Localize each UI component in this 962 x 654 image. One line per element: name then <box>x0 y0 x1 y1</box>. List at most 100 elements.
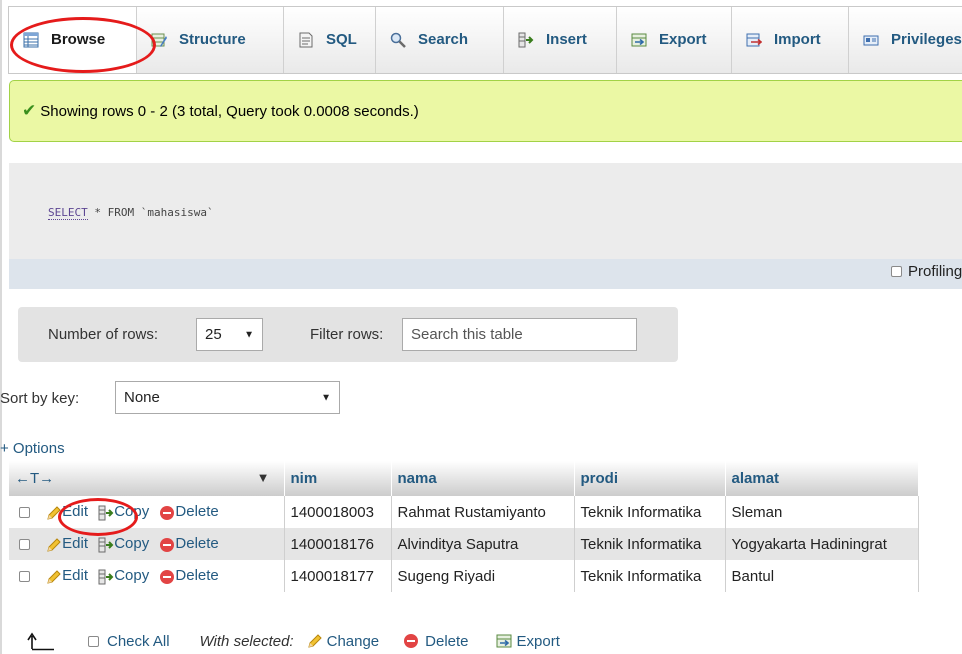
cell-nama: Sugeng Riyadi <box>391 560 575 592</box>
tab-search[interactable]: Search <box>376 7 504 73</box>
chevron-down-icon: ▼ <box>244 329 254 340</box>
tab-label: Privileges <box>891 31 962 48</box>
sql-table-name: `mahasiswa` <box>134 206 214 219</box>
column-resize-header: ←T→ ▼ <box>9 461 285 496</box>
check-all-checkbox[interactable] <box>88 635 99 647</box>
row-checkbox[interactable] <box>19 507 30 519</box>
tab-browse[interactable]: Browse <box>9 7 137 73</box>
tab-label: Browse <box>51 31 106 48</box>
delete-label: Delete <box>175 567 219 585</box>
edit-action[interactable]: Edit <box>46 567 92 584</box>
tab-label: SQL <box>326 31 357 48</box>
edit-label: Edit <box>62 567 89 585</box>
message-text: Showing rows 0 - 2 (3 total, Query took … <box>40 102 419 120</box>
copy-action[interactable]: Copy <box>98 503 153 520</box>
edit-label: Edit <box>62 503 89 521</box>
filter-rows-input[interactable]: Search this table <box>402 318 637 351</box>
tab-label: Insert <box>546 31 587 48</box>
table-header-row: ←T→ ▼ nim nama prodi alamat <box>9 461 919 496</box>
export-icon <box>496 634 512 648</box>
rows-select[interactable]: 25 ▼ <box>196 318 263 351</box>
tab-privileges[interactable]: Privileges <box>849 7 962 73</box>
delete-icon <box>160 537 175 552</box>
cell-alamat: Yogyakarta Hadiningrat <box>725 528 919 560</box>
filter-placeholder: Search this table <box>411 326 523 343</box>
cell-nama: Rahmat Rustamiyanto <box>391 496 575 528</box>
edit-action[interactable]: Edit <box>46 535 92 552</box>
tab-label: Import <box>774 31 821 48</box>
delete-action[interactable]: Delete <box>159 503 219 521</box>
row-actions: Edit Copy Delete <box>9 560 285 592</box>
profiling-label: Profiling <box>908 263 962 280</box>
copy-action[interactable]: Copy <box>98 535 153 552</box>
delete-action[interactable]: Delete <box>159 535 219 553</box>
column-menu-icon[interactable]: ▼ <box>257 470 270 485</box>
copy-icon <box>98 537 114 553</box>
rows-label: Number of rows: <box>48 326 159 343</box>
sort-label: Sort by key: <box>0 390 80 407</box>
sql-star: * <box>87 206 108 219</box>
delete-action[interactable]: Delete <box>159 567 219 585</box>
checkmark-icon: ✔ <box>22 101 37 120</box>
tab-structure[interactable]: Structure <box>137 7 284 73</box>
copy-label: Copy <box>114 535 150 553</box>
bulk-export-button[interactable]: Export <box>495 633 560 650</box>
tab-label: Export <box>659 31 707 48</box>
table-row: Edit Copy Delete 1400018176 Alvinditya S… <box>9 528 919 560</box>
copy-icon <box>98 569 114 585</box>
table-row: Edit Copy Delete 1400018177 Sugeng Riyad… <box>9 560 919 592</box>
pencil-icon <box>47 537 61 552</box>
sql-query-text: SELECT * FROM `mahasiswa` <box>48 206 214 220</box>
tab-export[interactable]: Export <box>617 7 732 73</box>
column-header-prodi[interactable]: prodi <box>574 461 726 496</box>
cell-prodi: Teknik Informatika <box>574 560 726 592</box>
pencil-icon <box>47 569 61 584</box>
column-header-nim[interactable]: nim <box>284 461 392 496</box>
delete-label: Delete <box>175 535 219 553</box>
profiling-option[interactable]: Profiling <box>891 263 962 280</box>
cell-alamat: Bantul <box>725 560 919 592</box>
cell-nama: Alvinditya Saputra <box>391 528 575 560</box>
arrow-up-icon <box>27 632 54 651</box>
results-table: ←T→ ▼ nim nama prodi alamat Edit Copy De… <box>9 461 919 592</box>
options-link[interactable]: + Options <box>0 440 65 457</box>
bulk-delete-label: Delete <box>425 632 469 650</box>
column-header-nama[interactable]: nama <box>391 461 575 496</box>
tab-sql[interactable]: SQL <box>284 7 376 73</box>
profiling-checkbox[interactable] <box>891 266 902 277</box>
bulk-delete-button[interactable]: Delete <box>403 632 469 650</box>
sql-keyword-select[interactable]: SELECT <box>48 206 88 220</box>
bulk-change-label: Change <box>326 632 380 650</box>
bulk-export-label: Export <box>516 632 560 650</box>
tab-import[interactable]: Import <box>732 7 849 73</box>
tab-label: Search <box>418 31 469 48</box>
cell-prodi: Teknik Informatika <box>574 528 726 560</box>
sort-select[interactable]: None ▼ <box>115 381 340 414</box>
delete-label: Delete <box>175 503 219 521</box>
copy-action[interactable]: Copy <box>98 567 153 584</box>
delete-icon <box>404 634 419 648</box>
bulk-actions-bar: Check All With selected: Change Delete E… <box>26 630 560 652</box>
table-tabs: Browse Structure SQL Search Insert Expor… <box>8 6 962 74</box>
success-message: ✔ Showing rows 0 - 2 (3 total, Query too… <box>9 80 962 142</box>
cell-alamat: Sleman <box>725 496 919 528</box>
bulk-change-button[interactable]: Change <box>306 632 380 650</box>
filter-label: Filter rows: <box>310 326 384 343</box>
import-icon <box>746 33 762 47</box>
sql-options-bar <box>9 259 962 289</box>
check-all-label[interactable]: Check All <box>107 633 170 650</box>
row-checkbox[interactable] <box>19 539 30 551</box>
tab-label: Structure <box>179 31 246 48</box>
copy-label: Copy <box>114 567 150 585</box>
cell-nim: 1400018176 <box>284 528 392 560</box>
column-header-alamat[interactable]: alamat <box>725 461 919 496</box>
row-actions: Edit Copy Delete <box>9 496 285 528</box>
row-checkbox[interactable] <box>19 571 30 583</box>
tab-insert[interactable]: Insert <box>504 7 617 73</box>
edit-action[interactable]: Edit <box>46 503 92 520</box>
cell-prodi: Teknik Informatika <box>574 496 726 528</box>
sql-icon <box>299 32 313 48</box>
copy-icon <box>98 505 114 521</box>
sort-select-value: None <box>124 389 160 406</box>
arrows-icon[interactable]: ←T→ <box>15 470 54 487</box>
